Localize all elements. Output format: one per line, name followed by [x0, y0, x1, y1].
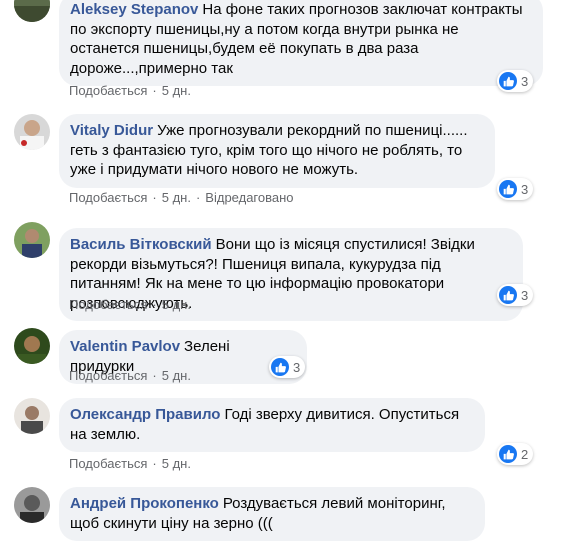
thumbs-up-icon	[499, 445, 517, 463]
comment-actions: Подобається · 5 дн.	[69, 456, 191, 471]
avatar-photo-icon	[14, 114, 50, 150]
reactions-count: 3	[293, 359, 301, 375]
comment-bubble: Олександр Правило Годі зверху дивитися. О…	[59, 398, 485, 452]
comment-author[interactable]: Андрей Прокопенко	[70, 495, 219, 512]
like-link[interactable]: Подобається	[69, 368, 147, 383]
reactions-badge[interactable]: 3	[269, 356, 306, 378]
comment-time[interactable]: 5 дн.	[162, 456, 191, 471]
comment-author[interactable]: Василь Вітковский	[70, 236, 212, 253]
reactions-count: 2	[521, 446, 529, 462]
comment-time[interactable]: 5 дн.	[162, 190, 191, 205]
avatar[interactable]	[14, 114, 50, 150]
reactions-badge[interactable]: 2	[497, 443, 534, 465]
comment-bubble: Vitaly Didur Уже прогнозували рекордний п…	[59, 114, 495, 188]
reactions-badge[interactable]: 3	[497, 284, 534, 306]
comment-author[interactable]: Олександр Правило	[70, 406, 220, 423]
comment-bubble: Aleksey Stepanov На фоне таких прогнозов …	[59, 0, 543, 86]
comment-actions: Подобається · 5 дн.	[69, 83, 191, 98]
thumbs-up-icon	[499, 286, 517, 304]
thumbs-up-icon	[499, 72, 517, 90]
comment-time[interactable]: 5 дн.	[162, 83, 191, 98]
like-link[interactable]: Подобається	[69, 456, 147, 471]
comment-time[interactable]: 5 дн.	[162, 368, 191, 383]
comment-actions: Подобається · 5 дн. · Відредаговано	[69, 190, 294, 205]
like-link[interactable]: Подобається	[69, 190, 147, 205]
comment-author[interactable]: Aleksey Stepanov	[70, 1, 198, 18]
comment-author[interactable]: Vitaly Didur	[70, 122, 153, 139]
avatar[interactable]	[14, 328, 50, 364]
thumbs-up-icon	[271, 358, 289, 376]
avatar-photo-icon	[14, 398, 50, 434]
reactions-count: 3	[521, 287, 529, 303]
avatar-photo-icon	[14, 328, 50, 364]
thumbs-up-icon	[499, 180, 517, 198]
avatar[interactable]	[14, 0, 50, 22]
comment-actions: Подобається · 5 дн.	[69, 297, 191, 312]
like-link[interactable]: Подобається	[69, 83, 147, 98]
reactions-count: 3	[521, 181, 529, 197]
comment-actions: Подобається · 5 дн.	[69, 368, 191, 383]
reactions-count: 3	[521, 73, 529, 89]
avatar-photo-icon	[14, 0, 50, 22]
avatar[interactable]	[14, 487, 50, 523]
comment-bubble: Андрей Прокопенко Роздувається левий моні…	[59, 487, 485, 541]
avatar[interactable]	[14, 398, 50, 434]
comment-author[interactable]: Valentin Pavlov	[70, 338, 180, 355]
edited-label[interactable]: Відредаговано	[205, 190, 293, 205]
like-link[interactable]: Подобається	[69, 297, 147, 312]
avatar[interactable]	[14, 222, 50, 258]
avatar-photo-icon	[14, 222, 50, 258]
comment-time[interactable]: 5 дн.	[162, 297, 191, 312]
reactions-badge[interactable]: 3	[497, 178, 534, 200]
reactions-badge[interactable]: 3	[497, 70, 534, 92]
avatar-photo-icon	[14, 487, 50, 523]
